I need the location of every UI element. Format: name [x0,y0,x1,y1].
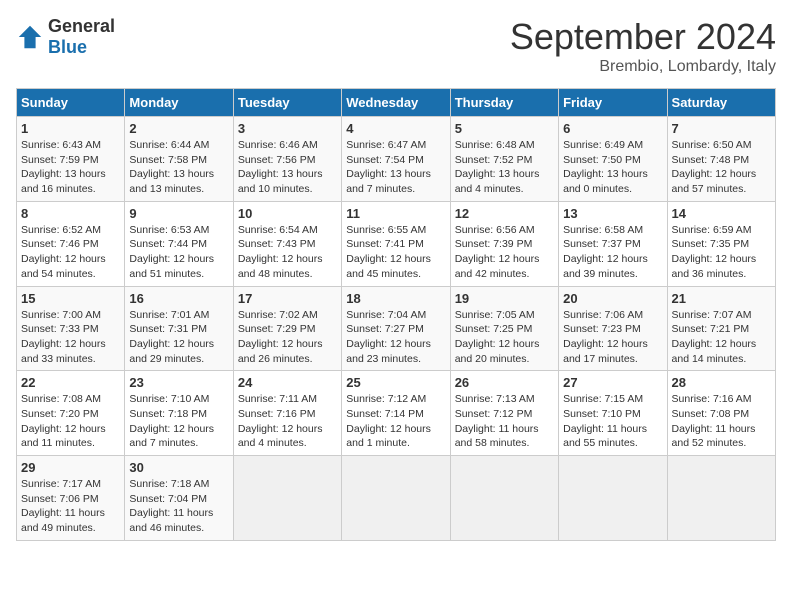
table-row: 13Sunrise: 6:58 AMSunset: 7:37 PMDayligh… [559,201,667,286]
table-row: 30Sunrise: 7:18 AMSunset: 7:04 PMDayligh… [125,456,233,541]
table-row: 11Sunrise: 6:55 AMSunset: 7:41 PMDayligh… [342,201,450,286]
table-row: 29Sunrise: 7:17 AMSunset: 7:06 PMDayligh… [17,456,125,541]
table-row: 25Sunrise: 7:12 AMSunset: 7:14 PMDayligh… [342,371,450,456]
table-row: 4Sunrise: 6:47 AMSunset: 7:54 PMDaylight… [342,117,450,202]
table-row: 27Sunrise: 7:15 AMSunset: 7:10 PMDayligh… [559,371,667,456]
col-saturday: Saturday [667,89,775,117]
table-row: 20Sunrise: 7:06 AMSunset: 7:23 PMDayligh… [559,286,667,371]
location: Brembio, Lombardy, Italy [510,58,776,76]
col-monday: Monday [125,89,233,117]
table-row: 2Sunrise: 6:44 AMSunset: 7:58 PMDaylight… [125,117,233,202]
logo-icon [16,23,44,51]
table-row: 15Sunrise: 7:00 AMSunset: 7:33 PMDayligh… [17,286,125,371]
col-sunday: Sunday [17,89,125,117]
table-row [450,456,558,541]
table-row: 6Sunrise: 6:49 AMSunset: 7:50 PMDaylight… [559,117,667,202]
table-row: 7Sunrise: 6:50 AMSunset: 7:48 PMDaylight… [667,117,775,202]
week-row: 1Sunrise: 6:43 AMSunset: 7:59 PMDaylight… [17,117,776,202]
table-row: 1Sunrise: 6:43 AMSunset: 7:59 PMDaylight… [17,117,125,202]
table-row: 12Sunrise: 6:56 AMSunset: 7:39 PMDayligh… [450,201,558,286]
page-header: General Blue September 2024 Brembio, Lom… [16,16,776,76]
table-row [342,456,450,541]
table-row: 24Sunrise: 7:11 AMSunset: 7:16 PMDayligh… [233,371,341,456]
table-row: 26Sunrise: 7:13 AMSunset: 7:12 PMDayligh… [450,371,558,456]
table-row: 10Sunrise: 6:54 AMSunset: 7:43 PMDayligh… [233,201,341,286]
table-row: 19Sunrise: 7:05 AMSunset: 7:25 PMDayligh… [450,286,558,371]
table-row: 9Sunrise: 6:53 AMSunset: 7:44 PMDaylight… [125,201,233,286]
logo-general: General [48,16,115,36]
table-row: 18Sunrise: 7:04 AMSunset: 7:27 PMDayligh… [342,286,450,371]
table-row: 14Sunrise: 6:59 AMSunset: 7:35 PMDayligh… [667,201,775,286]
col-friday: Friday [559,89,667,117]
table-row: 8Sunrise: 6:52 AMSunset: 7:46 PMDaylight… [17,201,125,286]
logo: General Blue [16,16,115,58]
table-row: 3Sunrise: 6:46 AMSunset: 7:56 PMDaylight… [233,117,341,202]
table-row [559,456,667,541]
col-tuesday: Tuesday [233,89,341,117]
week-row: 15Sunrise: 7:00 AMSunset: 7:33 PMDayligh… [17,286,776,371]
header-row: Sunday Monday Tuesday Wednesday Thursday… [17,89,776,117]
table-row [233,456,341,541]
table-row: 23Sunrise: 7:10 AMSunset: 7:18 PMDayligh… [125,371,233,456]
week-row: 8Sunrise: 6:52 AMSunset: 7:46 PMDaylight… [17,201,776,286]
table-row: 22Sunrise: 7:08 AMSunset: 7:20 PMDayligh… [17,371,125,456]
table-row: 5Sunrise: 6:48 AMSunset: 7:52 PMDaylight… [450,117,558,202]
table-row [667,456,775,541]
col-wednesday: Wednesday [342,89,450,117]
table-row: 28Sunrise: 7:16 AMSunset: 7:08 PMDayligh… [667,371,775,456]
month-title: September 2024 [510,16,776,58]
logo-text: General Blue [48,16,115,58]
week-row: 22Sunrise: 7:08 AMSunset: 7:20 PMDayligh… [17,371,776,456]
table-row: 17Sunrise: 7:02 AMSunset: 7:29 PMDayligh… [233,286,341,371]
title-block: September 2024 Brembio, Lombardy, Italy [510,16,776,76]
logo-blue: Blue [48,37,87,57]
col-thursday: Thursday [450,89,558,117]
table-row: 16Sunrise: 7:01 AMSunset: 7:31 PMDayligh… [125,286,233,371]
week-row: 29Sunrise: 7:17 AMSunset: 7:06 PMDayligh… [17,456,776,541]
calendar-table: Sunday Monday Tuesday Wednesday Thursday… [16,88,776,541]
table-row: 21Sunrise: 7:07 AMSunset: 7:21 PMDayligh… [667,286,775,371]
